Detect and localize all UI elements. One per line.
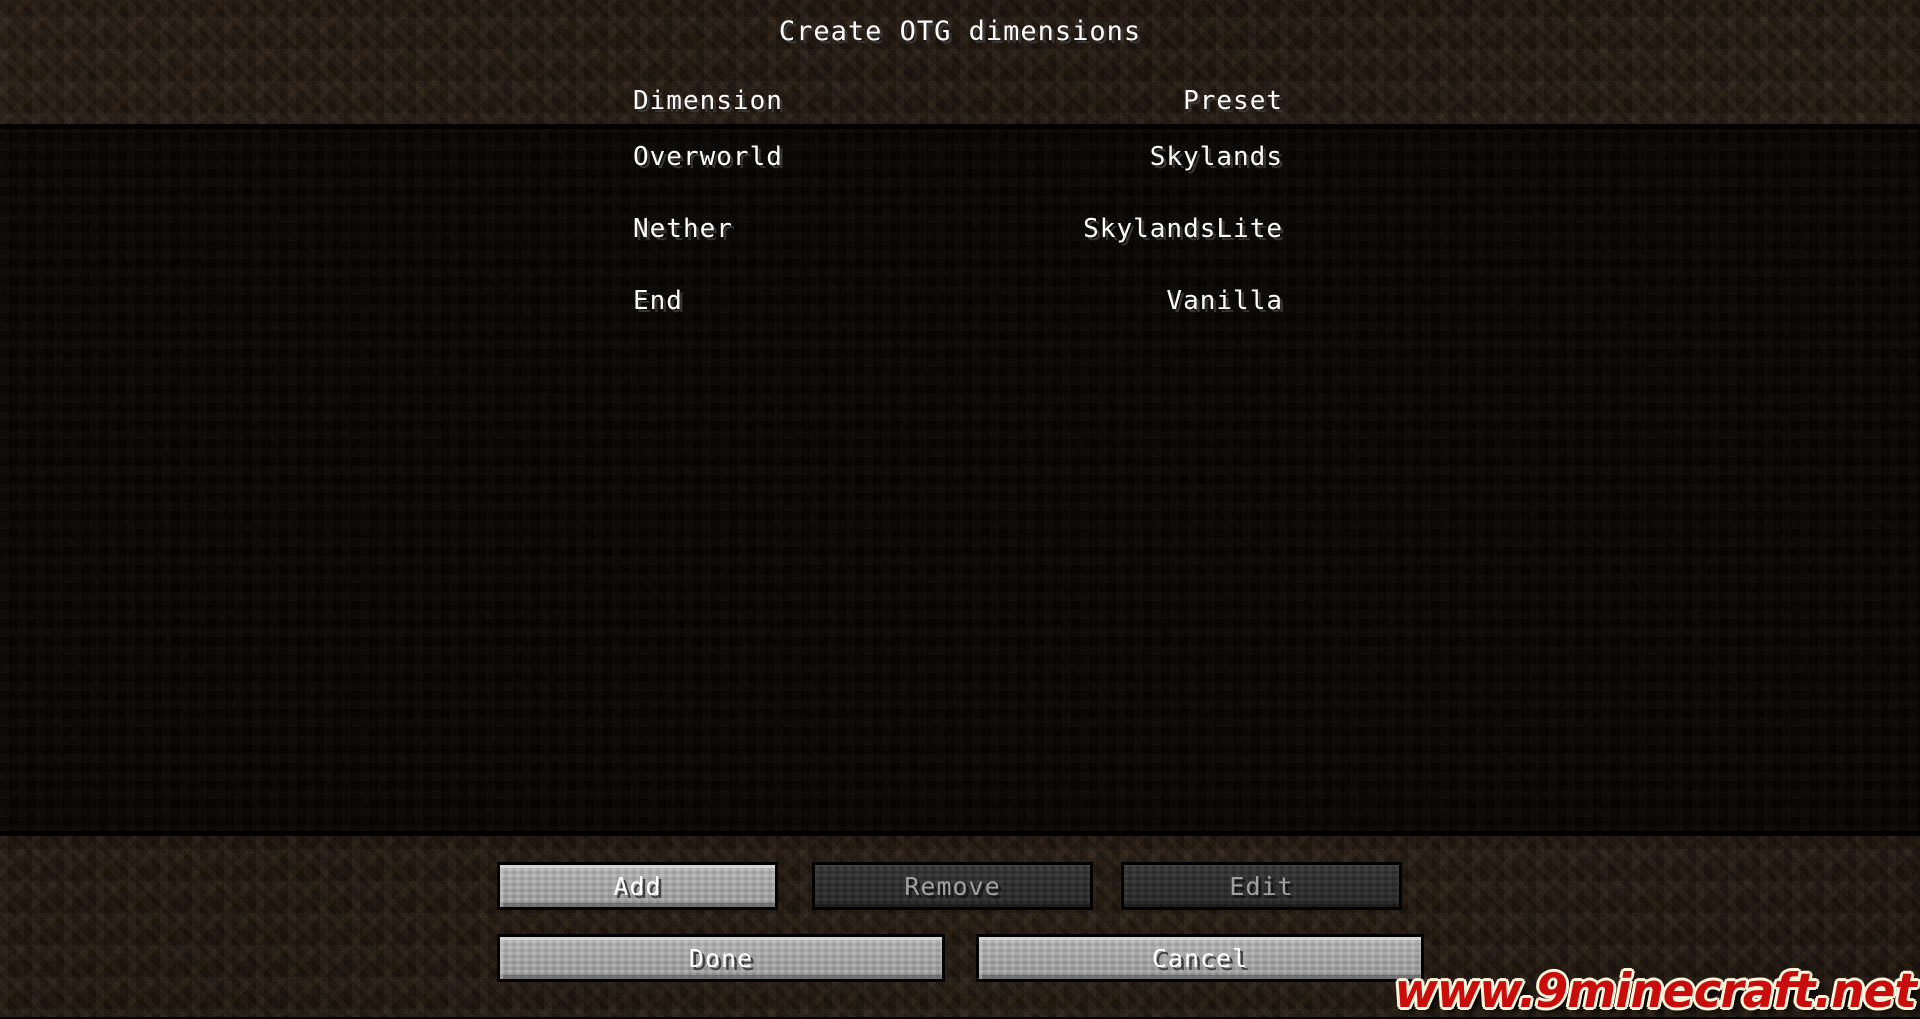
done-button[interactable]: Done bbox=[497, 934, 945, 982]
dimension-preset-table: Dimension Preset Overworld Skylands Neth… bbox=[633, 86, 1283, 358]
cell-dimension: Overworld bbox=[633, 142, 783, 172]
column-header-dimension: Dimension bbox=[633, 86, 783, 116]
edit-button[interactable]: Edit bbox=[1121, 862, 1402, 910]
table-row[interactable]: Nether SkylandsLite bbox=[633, 214, 1283, 286]
cell-dimension: Nether bbox=[633, 214, 733, 244]
cell-preset: Skylands bbox=[1149, 142, 1283, 172]
cancel-button-label: Cancel bbox=[1151, 943, 1249, 973]
page-title: Create OTG dimensions bbox=[778, 16, 1142, 47]
add-button-label: Add bbox=[613, 871, 662, 901]
cancel-button[interactable]: Cancel bbox=[976, 934, 1424, 982]
table-row[interactable]: End Vanilla bbox=[633, 286, 1283, 358]
table-row[interactable]: Overworld Skylands bbox=[633, 142, 1283, 214]
remove-button[interactable]: Remove bbox=[812, 862, 1093, 910]
edit-button-label: Edit bbox=[1229, 871, 1294, 901]
done-button-label: Done bbox=[688, 943, 754, 973]
table-header-row: Dimension Preset bbox=[633, 86, 1283, 142]
column-header-preset: Preset bbox=[1183, 86, 1283, 116]
remove-button-label: Remove bbox=[904, 871, 1001, 901]
cell-dimension: End bbox=[633, 286, 683, 316]
divider-bottom bbox=[0, 831, 1920, 836]
add-button[interactable]: Add bbox=[497, 862, 778, 910]
cell-preset: SkylandsLite bbox=[1083, 214, 1283, 244]
cell-preset: Vanilla bbox=[1166, 286, 1283, 316]
site-watermark: www.9minecraft.net bbox=[1394, 964, 1917, 1019]
